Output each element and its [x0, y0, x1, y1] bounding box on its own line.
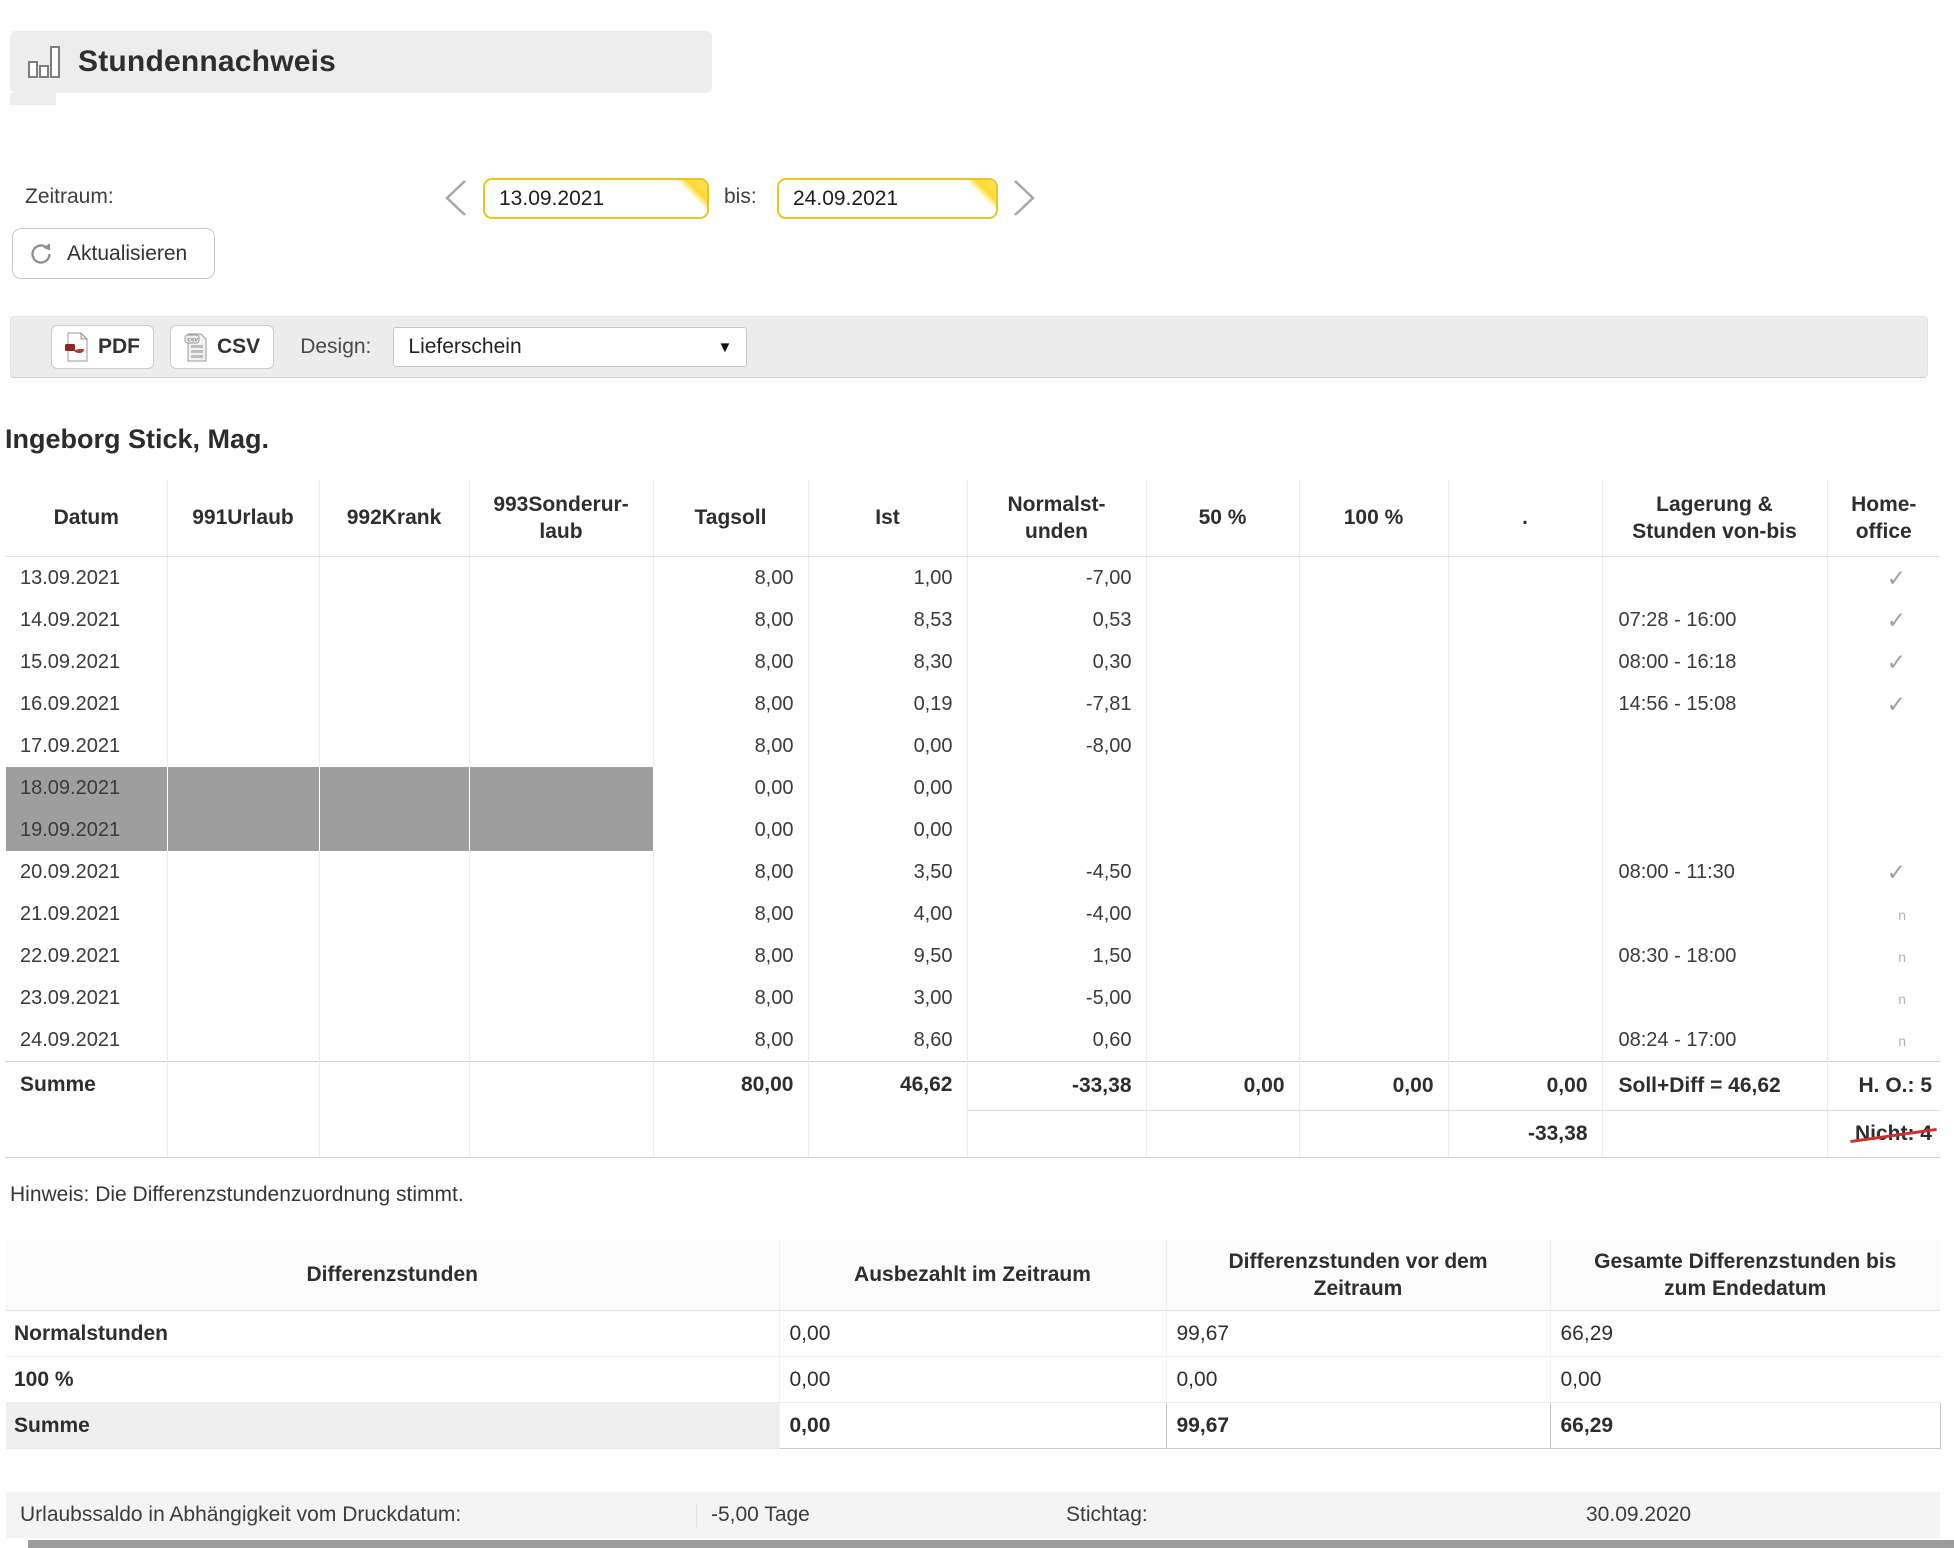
csv-label: CSV — [217, 335, 260, 359]
period-label: Zeitraum: — [25, 185, 114, 209]
table-row: 20.09.20218,003,50-4,5008:00 - 11:30✓ — [6, 851, 1940, 893]
homeoffice-check-icon: ✓ — [1887, 649, 1906, 675]
diff-table-header: Differenzstunden Ausbezahlt im Zeitraum … — [6, 1240, 1940, 1311]
diff-col-vor-zeitraum: Differenzstunden vor dem Zeitraum — [1166, 1240, 1550, 1311]
no-homeoffice-mark: n — [1898, 949, 1906, 965]
summe-diff-total: -33,38 — [1448, 1111, 1602, 1158]
no-homeoffice-mark: n — [1898, 907, 1906, 923]
summe-50-percent: 0,00 — [1146, 1062, 1299, 1111]
next-period-chevron[interactable] — [1008, 177, 1040, 219]
homeoffice-check-icon: ✓ — [1887, 859, 1906, 885]
table-row: 19.09.20210,000,00 — [6, 809, 1940, 851]
differenzstunden-table: Differenzstunden Ausbezahlt im Zeitraum … — [6, 1240, 1941, 1449]
diff-col-gesamt: Gesamte Differenzstunden bis zum Endedat… — [1550, 1240, 1940, 1311]
homeoffice-check-icon: ✓ — [1887, 565, 1906, 591]
diff-row-summe: Summe 0,00 99,67 66,29 — [6, 1403, 1940, 1449]
csv-icon: csv — [184, 332, 208, 362]
refresh-icon — [28, 241, 54, 267]
date-to-value: 24.09.2021 — [779, 180, 996, 211]
col-991urlaub: 991Urlaub — [167, 480, 319, 557]
refresh-button[interactable]: Aktualisieren — [12, 228, 215, 279]
date-from-input[interactable]: 13.09.2021 — [483, 178, 709, 219]
summe-100-percent: 0,00 — [1299, 1062, 1448, 1111]
summe-dot: 0,00 — [1448, 1062, 1602, 1111]
pdf-icon — [65, 332, 89, 362]
diff-row-100-percent: 100 % 0,00 0,00 0,00 — [6, 1357, 1940, 1403]
stichtag-value: 30.09.2020 — [1586, 1503, 1691, 1527]
no-homeoffice-mark: n — [1898, 991, 1906, 1007]
summe-soll-diff: Soll+Diff = 46,62 — [1602, 1062, 1827, 1111]
horizontal-scrollbar[interactable] — [28, 1540, 1954, 1548]
diff-col-differenzstunden: Differenzstunden — [6, 1240, 779, 1311]
col-100-percent: 100 % — [1299, 480, 1448, 557]
summe-label: Summe — [6, 1062, 167, 1158]
col-lagerung: Lagerung & Stunden von-bis — [1602, 480, 1827, 557]
hours-table: Datum 991Urlaub 992Krank 993Sonderur- la… — [6, 480, 1940, 1158]
col-homeoffice: Home- office — [1827, 480, 1940, 557]
table-row: 13.09.20218,001,00-7,00✓ — [6, 557, 1940, 600]
design-selected-value: Lieferschein — [408, 335, 521, 359]
col-normalstunden: Normalst- unden — [967, 480, 1146, 557]
page-header: Stundennachweis — [10, 31, 712, 93]
chevron-right-icon — [1008, 177, 1040, 219]
homeoffice-check-icon: ✓ — [1887, 607, 1906, 633]
chevron-down-icon: ▼ — [718, 339, 733, 356]
hinweis-text: Hinweis: Die Differenzstundenzuordnung s… — [10, 1183, 464, 1207]
table-row: 21.09.20218,004,00-4,00n — [6, 893, 1940, 935]
col-50-percent: 50 % — [1146, 480, 1299, 557]
summe-normalstunden: -33,38 — [967, 1062, 1146, 1111]
homeoffice-check-icon: ✓ — [1887, 691, 1906, 717]
diff-row-normalstunden: Normalstunden 0,00 99,67 66,29 — [6, 1311, 1940, 1357]
col-tagsoll: Tagsoll — [653, 480, 808, 557]
bar-chart-icon — [24, 43, 62, 81]
design-label: Design: — [300, 335, 371, 359]
previous-period-chevron[interactable] — [440, 177, 472, 219]
design-select[interactable]: Lieferschein ▼ — [393, 327, 747, 367]
table-row: 18.09.20210,000,00 — [6, 767, 1940, 809]
svg-text:csv: csv — [187, 336, 198, 343]
table-row: 14.09.20218,008,530,5307:28 - 16:00✓ — [6, 599, 1940, 641]
diff-col-ausbezahlt: Ausbezahlt im Zeitraum — [779, 1240, 1166, 1311]
col-ist: Ist — [808, 480, 967, 557]
vacation-balance-footer: Urlaubssaldo in Abhängigkeit vom Druckda… — [6, 1492, 1940, 1538]
table-row: 15.09.20218,008,300,3008:00 - 16:18✓ — [6, 641, 1940, 683]
col-993sonderurlaub: 993Sonderur- laub — [469, 480, 653, 557]
table-row: 23.09.20218,003,00-5,00n — [6, 977, 1940, 1019]
date-to-input[interactable]: 24.09.2021 — [777, 178, 998, 219]
bis-label: bis: — [724, 185, 757, 209]
table-row: 22.09.20218,009,501,5008:30 - 18:00n — [6, 935, 1940, 977]
pdf-label: PDF — [98, 335, 140, 359]
no-homeoffice-mark: n — [1898, 1033, 1906, 1049]
page-title: Stundennachweis — [78, 45, 336, 79]
vacation-balance-value: -5,00 Tage — [696, 1503, 1066, 1527]
summe-homeoffice-count: H. O.: 5 — [1827, 1062, 1940, 1111]
stichtag-label: Stichtag: — [1066, 1503, 1586, 1527]
table-row: 16.09.20218,000,19-7,8114:56 - 15:08✓ — [6, 683, 1940, 725]
date-from-value: 13.09.2021 — [485, 180, 707, 211]
col-datum: Datum — [6, 480, 167, 557]
main-table-body: 13.09.20218,001,00-7,00✓14.09.20218,008,… — [6, 557, 1940, 1062]
col-dot: . — [1448, 480, 1602, 557]
table-row: 17.09.20218,000,00-8,00 — [6, 725, 1940, 767]
summe-tagsoll: 80,00 — [653, 1062, 808, 1158]
col-992krank: 992Krank — [319, 480, 469, 557]
summe-row: Summe 80,00 46,62 -33,38 0,00 0,00 0,00 … — [6, 1062, 1940, 1111]
employee-name: Ingeborg Stick, Mag. — [5, 424, 269, 455]
hours-table-header: Datum 991Urlaub 992Krank 993Sonderur- la… — [6, 480, 1940, 557]
csv-button[interactable]: csv CSV — [170, 325, 274, 369]
vacation-balance-label: Urlaubssaldo in Abhängigkeit vom Druckda… — [6, 1503, 696, 1527]
export-toolbar: PDF csv CSV Design: Lieferschein ▼ — [10, 316, 1928, 378]
summe-not-homeoffice-count: Nicht: 4 — [1855, 1122, 1932, 1146]
chevron-left-icon — [440, 177, 472, 219]
refresh-label: Aktualisieren — [67, 242, 187, 266]
summe-ist: 46,62 — [808, 1062, 967, 1158]
header-tab-stub — [10, 93, 56, 105]
pdf-button[interactable]: PDF — [51, 325, 154, 369]
table-row: 24.09.20218,008,600,6008:24 - 17:00n — [6, 1019, 1940, 1062]
